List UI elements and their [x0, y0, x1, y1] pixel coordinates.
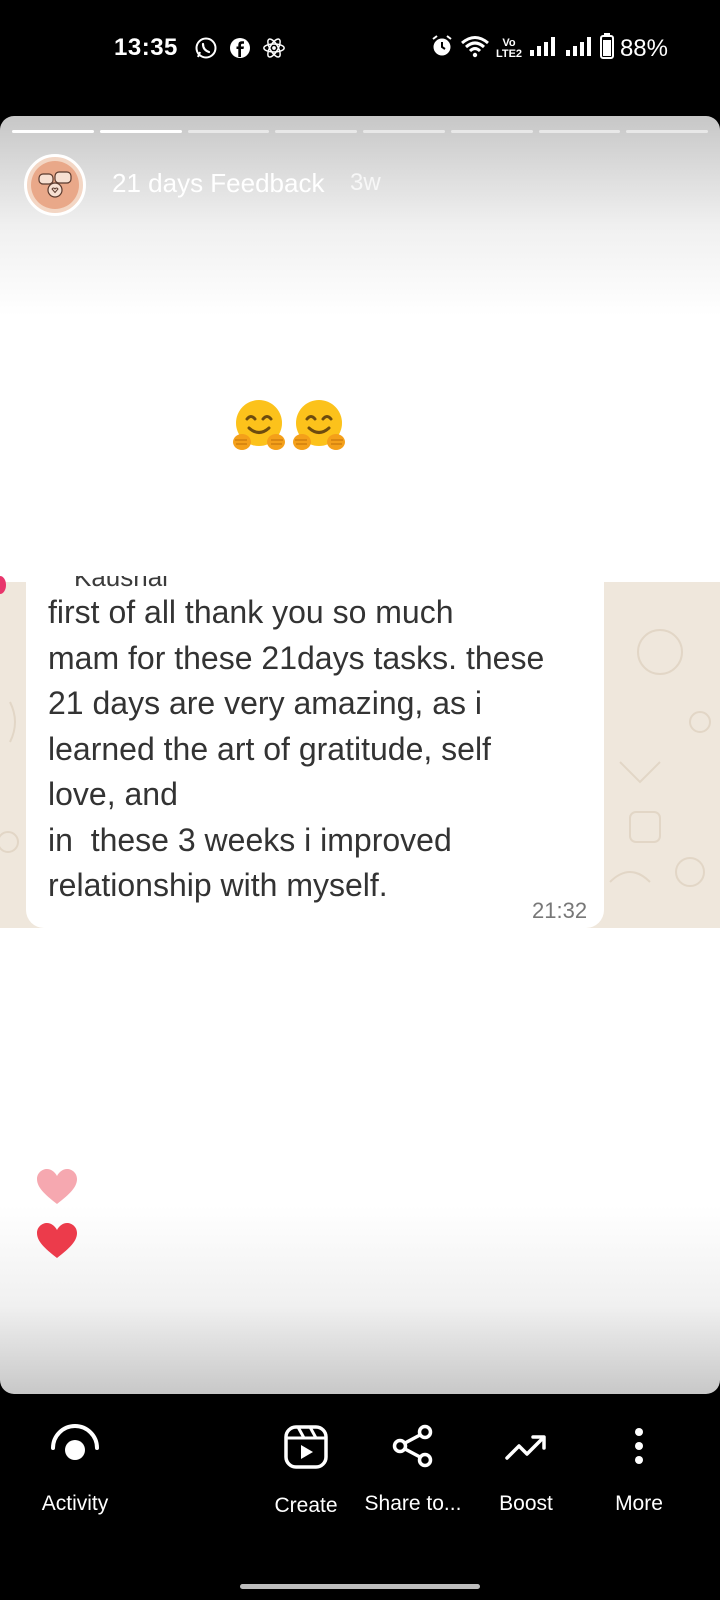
message-line: relationship with myself.	[48, 867, 388, 903]
feedback-logo-icon	[31, 161, 79, 209]
progress-segment	[275, 130, 357, 133]
message-text: first of all thank you so much mam for th…	[48, 590, 588, 909]
progress-segment	[626, 130, 708, 133]
hugging-face-emoji-icon	[293, 400, 345, 450]
sender-name: Kaushal	[74, 562, 168, 592]
account-avatar[interactable]	[24, 154, 86, 216]
progress-segment	[12, 130, 94, 133]
progress-segment	[450, 130, 533, 133]
battery-percentage: 88%	[619, 35, 668, 62]
message-line: 21 days are very amazing, as i	[48, 685, 482, 721]
create-label: Create	[274, 1494, 338, 1517]
message-time: 21:32	[532, 898, 588, 923]
progress-segment	[363, 130, 445, 133]
progress-segment	[538, 130, 621, 133]
progress-segment	[187, 130, 270, 133]
more-button[interactable]: More	[598, 1424, 680, 1516]
heart-icon	[37, 1223, 77, 1258]
reels-icon	[284, 1425, 328, 1469]
signal-icon-1	[528, 35, 558, 63]
share-icon	[392, 1424, 433, 1468]
boost-button[interactable]: Boost	[486, 1424, 566, 1516]
volte-icon: Vo LTE2	[495, 37, 523, 60]
share-label: Share to...	[364, 1492, 462, 1515]
message-line: learned the art of gratitude, self	[48, 730, 491, 767]
status-time: 13:35	[114, 34, 178, 61]
trending-up-icon	[505, 1435, 546, 1460]
emoji-sticker	[232, 398, 346, 452]
whatsapp-icon	[194, 36, 218, 60]
progress-segment	[99, 130, 182, 133]
message-line: in these 3 weeks i improved	[48, 821, 452, 858]
story-viewer[interactable]: 21 days Feedback 3w Kaushal first of all…	[0, 116, 720, 1394]
hugging-face-emoji-icon	[233, 400, 285, 450]
alarm-icon	[430, 34, 454, 64]
story-action-bar: Activity Create Share to... Boost More	[0, 1394, 720, 1574]
more-vertical-icon	[635, 1428, 643, 1464]
battery-icon	[599, 33, 614, 65]
facebook-icon	[228, 36, 252, 60]
message-line: first of all thank you so much	[48, 594, 454, 630]
react-icon	[262, 36, 286, 60]
activity-label: Activity	[41, 1492, 109, 1515]
signal-icon-2	[564, 35, 594, 63]
posted-time: 3w	[350, 169, 381, 196]
wifi-icon	[460, 34, 490, 64]
share-button[interactable]: Share to...	[358, 1424, 468, 1516]
story-progress-bar	[12, 130, 708, 133]
message-line: love, and	[48, 776, 178, 812]
status-bar: 13:35 Vo LTE2 88%	[0, 0, 720, 100]
account-name[interactable]: 21 days Feedback	[112, 168, 324, 199]
home-indicator[interactable]	[240, 1584, 480, 1589]
more-label: More	[615, 1492, 663, 1515]
activity-button[interactable]: Activity	[36, 1424, 114, 1516]
eye-activity-icon	[51, 1424, 99, 1460]
create-button[interactable]: Create	[266, 1424, 346, 1518]
heart-icon	[37, 1169, 77, 1204]
message-line: mam for these 21days tasks. these	[48, 639, 545, 676]
boost-label: Boost	[499, 1492, 553, 1515]
